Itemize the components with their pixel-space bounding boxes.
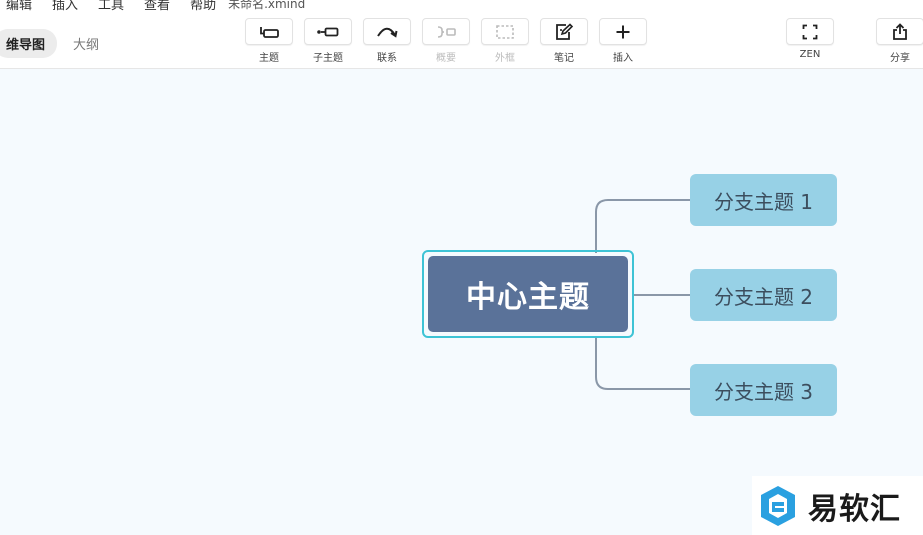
topic-button[interactable] — [245, 18, 293, 45]
topic-label: 主题 — [259, 53, 279, 64]
menu-tools[interactable]: 工具 — [98, 0, 124, 13]
menu-view[interactable]: 查看 — [144, 0, 170, 13]
xmind-app-window: 编辑 插入 工具 查看 帮助 未命名.xmind 维导图 大纲 主题 子主题 联… — [0, 0, 923, 535]
share-tool: 分享 — [876, 18, 923, 64]
menu-help[interactable]: 帮助 — [190, 0, 216, 13]
share-button[interactable] — [876, 18, 923, 45]
menu-insert[interactable]: 插入 — [52, 0, 78, 13]
zen-label: ZEN — [799, 49, 821, 60]
watermark-logo-icon — [761, 485, 795, 526]
relationship-tool: 联系 — [363, 18, 411, 64]
boundary-label: 外框 — [495, 53, 515, 64]
connector-branch-1 — [595, 199, 690, 253]
insert-tool: 插入 — [599, 18, 647, 64]
fullscreen-icon — [802, 24, 818, 39]
subtopic-label: 子主题 — [313, 53, 343, 64]
topic-tool: 主题 — [245, 18, 293, 64]
branch-topic-3[interactable]: 分支主题 3 — [690, 364, 837, 416]
view-mode-toggle: 维导图 大纲 — [0, 29, 111, 58]
share-label: 分享 — [890, 53, 910, 64]
summary-button[interactable] — [422, 18, 470, 45]
menu-edit[interactable]: 编辑 — [6, 0, 32, 13]
note-edit-icon — [556, 22, 574, 40]
watermark-text: 易软汇 — [808, 491, 901, 527]
note-button[interactable] — [540, 18, 588, 45]
summary-tool: 概要 — [422, 18, 470, 64]
boundary-tool: 外框 — [481, 18, 529, 64]
central-topic-selection-outline: 中心主题 — [422, 250, 634, 338]
mindmap-canvas[interactable]: 中心主题 分支主题 1 分支主题 2 分支主题 3 — [0, 69, 923, 535]
note-tool: 笔记 — [540, 18, 588, 64]
relationship-label: 联系 — [377, 53, 397, 64]
tab-outline[interactable]: 大纲 — [61, 29, 111, 58]
connector-branch-3 — [595, 337, 690, 390]
note-label: 笔记 — [554, 53, 574, 64]
insert-label: 插入 — [613, 53, 633, 64]
subtopic-tool: 子主题 — [304, 18, 352, 64]
document-title: 未命名.xmind — [228, 0, 306, 11]
menu-bar: 编辑 插入 工具 查看 帮助 未命名.xmind — [0, 0, 306, 13]
branch-topic-1[interactable]: 分支主题 1 — [690, 174, 837, 226]
relationship-button[interactable] — [363, 18, 411, 45]
summary-label: 概要 — [436, 53, 456, 64]
topic-icon — [260, 26, 279, 38]
summary-bracket-icon — [437, 25, 456, 38]
subtopic-button[interactable] — [304, 18, 352, 45]
watermark: 易软汇 — [752, 476, 923, 535]
plus-icon — [616, 25, 630, 38]
boundary-dashed-box-icon — [496, 24, 514, 39]
tab-mindmap[interactable]: 维导图 — [0, 29, 58, 58]
insert-button[interactable] — [599, 18, 647, 45]
zen-button[interactable] — [786, 18, 834, 45]
central-topic[interactable]: 中心主题 — [428, 256, 628, 332]
boundary-button[interactable] — [481, 18, 529, 45]
relationship-curve-icon — [377, 27, 398, 38]
branch-topic-2[interactable]: 分支主题 2 — [690, 269, 837, 321]
subtopic-icon — [317, 27, 339, 36]
zen-tool: ZEN — [786, 18, 834, 60]
share-icon — [893, 22, 907, 40]
top-toolbar-area: 编辑 插入 工具 查看 帮助 未命名.xmind 维导图 大纲 主题 子主题 联… — [0, 0, 923, 69]
